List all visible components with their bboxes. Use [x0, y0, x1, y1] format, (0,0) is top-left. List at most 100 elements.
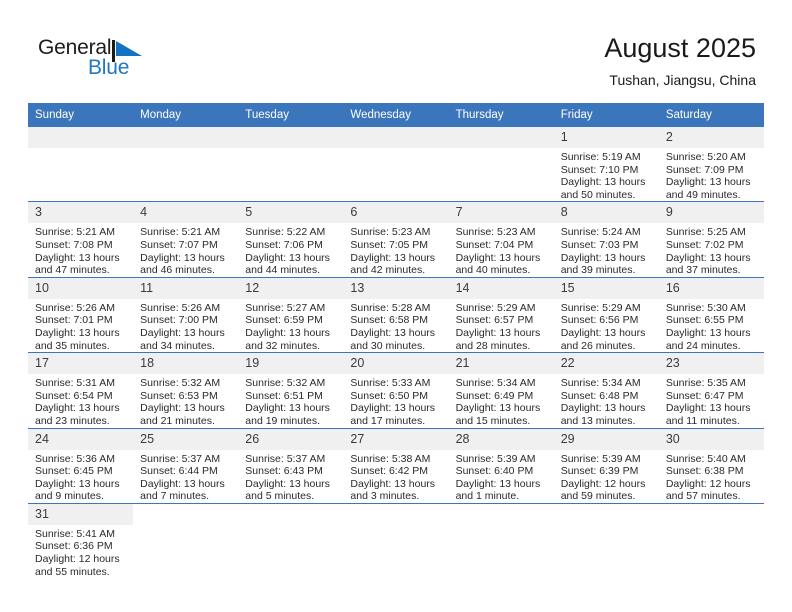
- calendar-day-cell[interactable]: 3 Sunrise: 5:21 AM Sunset: 7:08 PM Daylight…: [28, 201, 134, 278]
- day-details: Sunrise: 5:28 AM Sunset: 6:58 PM Daylight:…: [343, 299, 448, 352]
- daylight-duration-line1: Daylight: 13 hours: [455, 402, 541, 415]
- sunset-time: Sunset: 6:53 PM: [140, 389, 218, 402]
- daylight-duration-line2: and 47 minutes.: [35, 264, 110, 277]
- calendar-day-cell[interactable]: 7 Sunrise: 5:23 AM Sunset: 7:04 PM Daylight…: [448, 201, 554, 278]
- sunrise-time: Sunrise: 5:31 AM: [35, 377, 115, 390]
- sunrise-time: Sunrise: 5:29 AM: [455, 301, 536, 314]
- day-number: 22: [553, 353, 659, 375]
- calendar-day-cell[interactable]: 13 Sunrise: 5:28 AM Sunset: 6:58 PM Dayligh…: [343, 276, 449, 353]
- daylight-duration-line1: Daylight: 13 hours: [350, 326, 436, 339]
- daylight-duration-line2: and 23 minutes.: [35, 414, 110, 427]
- day-number: 3: [28, 202, 134, 224]
- sunset-time: Sunset: 6:45 PM: [35, 465, 113, 478]
- calendar-week-row: 3 Sunrise: 5:21 AM Sunset: 7:08 PM Daylight…: [28, 201, 764, 278]
- calendar-day-cell[interactable]: 18 Sunrise: 5:32 AM Sunset: 6:53 PM Dayligh…: [133, 352, 239, 428]
- calendar-day-cell[interactable]: 22 Sunrise: 5:34 AM Sunset: 6:48 PM Dayligh…: [553, 352, 659, 428]
- day-details: Sunrise: 5:40 AM Sunset: 6:38 PM Daylight:…: [659, 450, 764, 503]
- calendar-day-cell[interactable]: 25 Sunrise: 5:37 AM Sunset: 6:44 PM Dayligh…: [133, 427, 239, 504]
- day-details: Sunrise: 5:32 AM Sunset: 6:51 PM Daylight:…: [238, 374, 343, 427]
- calendar-empty-cell: [658, 502, 764, 579]
- sunrise-time: Sunrise: 5:33 AM: [350, 377, 431, 390]
- calendar-day-cell[interactable]: 14 Sunrise: 5:29 AM Sunset: 6:57 PM Dayligh…: [448, 276, 554, 353]
- day-details: [659, 525, 764, 528]
- daylight-duration-line2: and 13 minutes.: [560, 414, 636, 427]
- day-number: 12: [238, 277, 344, 299]
- sunset-time: Sunset: 7:06 PM: [245, 238, 323, 251]
- calendar-day-cell[interactable]: 29 Sunrise: 5:39 AM Sunset: 6:39 PM Dayligh…: [553, 427, 659, 504]
- sunrise-time: Sunrise: 5:32 AM: [140, 377, 221, 390]
- daylight-duration-line1: Daylight: 13 hours: [665, 176, 751, 189]
- day-details: Sunrise: 5:23 AM Sunset: 7:04 PM Daylight:…: [449, 223, 554, 276]
- sunset-time: Sunset: 6:58 PM: [350, 314, 429, 327]
- calendar-week-row: 31 Sunrise: 5:41 AM Sunset: 6:36 PM Dayligh…: [28, 502, 764, 579]
- calendar-day-cell[interactable]: 23 Sunrise: 5:35 AM Sunset: 6:47 PM Dayligh…: [658, 352, 764, 428]
- daylight-duration-line2: and 42 minutes.: [350, 264, 426, 277]
- daylight-duration-line1: Daylight: 13 hours: [560, 402, 646, 415]
- daylight-duration-line2: and 3 minutes.: [350, 490, 420, 503]
- general-blue-logo[interactable]: General Blue: [38, 36, 238, 90]
- day-number: [133, 127, 239, 148]
- day-details: Sunrise: 5:37 AM Sunset: 6:43 PM Daylight:…: [238, 450, 343, 503]
- sunrise-time: Sunrise: 5:37 AM: [140, 452, 221, 465]
- sunrise-time: Sunrise: 5:27 AM: [245, 301, 326, 314]
- calendar-day-cell[interactable]: 21 Sunrise: 5:34 AM Sunset: 6:49 PM Dayligh…: [448, 352, 554, 428]
- daylight-duration-line2: and 35 minutes.: [35, 339, 110, 352]
- daylight-duration-line2: and 55 minutes.: [35, 565, 110, 578]
- calendar-day-cell[interactable]: 28 Sunrise: 5:39 AM Sunset: 6:40 PM Dayligh…: [448, 427, 554, 504]
- calendar-day-cell[interactable]: 8 Sunrise: 5:24 AM Sunset: 7:03 PM Daylight…: [553, 201, 659, 278]
- day-details: Sunrise: 5:31 AM Sunset: 6:54 PM Daylight:…: [28, 374, 133, 427]
- daylight-duration-line1: Daylight: 13 hours: [665, 402, 751, 415]
- daylight-duration-line2: and 40 minutes.: [455, 264, 531, 277]
- day-details: Sunrise: 5:24 AM Sunset: 7:03 PM Daylight:…: [554, 223, 659, 276]
- calendar-week-row: 1 Sunrise: 5:19 AM Sunset: 7:10 PM Daylight…: [28, 127, 764, 202]
- calendar-week-row: 17 Sunrise: 5:31 AM Sunset: 6:54 PM Dayligh…: [28, 352, 764, 428]
- weekday-header-tuesday: Tuesday: [238, 103, 344, 127]
- sunrise-time: Sunrise: 5:36 AM: [35, 452, 115, 465]
- calendar-day-cell[interactable]: 1 Sunrise: 5:19 AM Sunset: 7:10 PM Daylight…: [553, 127, 659, 202]
- calendar-day-cell[interactable]: 6 Sunrise: 5:23 AM Sunset: 7:05 PM Daylight…: [343, 201, 449, 278]
- daylight-duration-line2: and 28 minutes.: [455, 339, 531, 352]
- calendar-day-cell[interactable]: 9 Sunrise: 5:25 AM Sunset: 7:02 PM Daylight…: [658, 201, 764, 278]
- day-number: 10: [28, 277, 134, 299]
- sunrise-time: Sunrise: 5:26 AM: [140, 301, 221, 314]
- calendar-day-cell[interactable]: 30 Sunrise: 5:40 AM Sunset: 6:38 PM Dayligh…: [658, 427, 764, 504]
- calendar-day-cell[interactable]: 17 Sunrise: 5:31 AM Sunset: 6:54 PM Dayligh…: [28, 352, 134, 428]
- calendar-day-cell[interactable]: 15 Sunrise: 5:29 AM Sunset: 6:56 PM Dayligh…: [553, 276, 659, 353]
- sunset-time: Sunset: 7:03 PM: [560, 238, 639, 251]
- calendar-day-cell[interactable]: 19 Sunrise: 5:32 AM Sunset: 6:51 PM Dayligh…: [238, 352, 344, 428]
- sunset-time: Sunset: 6:57 PM: [455, 314, 534, 327]
- day-details: [343, 148, 448, 151]
- calendar-day-cell[interactable]: 5 Sunrise: 5:22 AM Sunset: 7:06 PM Daylight…: [238, 201, 344, 278]
- calendar-day-cell[interactable]: 27 Sunrise: 5:38 AM Sunset: 6:42 PM Dayligh…: [343, 427, 449, 504]
- daylight-duration-line1: Daylight: 13 hours: [140, 477, 225, 490]
- calendar-day-cell[interactable]: 12 Sunrise: 5:27 AM Sunset: 6:59 PM Dayligh…: [238, 276, 344, 353]
- sunrise-time: Sunrise: 5:34 AM: [455, 377, 536, 390]
- day-number: 14: [448, 277, 554, 299]
- calendar-day-cell[interactable]: 31 Sunrise: 5:41 AM Sunset: 6:36 PM Dayligh…: [28, 502, 134, 579]
- calendar-week-row: 10 Sunrise: 5:26 AM Sunset: 7:01 PM Dayligh…: [28, 276, 764, 353]
- day-number: 27: [343, 428, 449, 450]
- calendar-day-cell[interactable]: 26 Sunrise: 5:37 AM Sunset: 6:43 PM Dayligh…: [238, 427, 344, 504]
- daylight-duration-line2: and 26 minutes.: [560, 339, 636, 352]
- calendar-empty-cell: [343, 127, 449, 202]
- calendar-day-cell[interactable]: 11 Sunrise: 5:26 AM Sunset: 7:00 PM Dayligh…: [133, 276, 239, 353]
- calendar-day-cell[interactable]: 24 Sunrise: 5:36 AM Sunset: 6:45 PM Dayligh…: [28, 427, 134, 504]
- calendar-day-cell[interactable]: 10 Sunrise: 5:26 AM Sunset: 7:01 PM Dayligh…: [28, 276, 134, 353]
- day-number: 4: [133, 202, 239, 224]
- day-number: 11: [133, 277, 239, 299]
- day-number: 29: [553, 428, 659, 450]
- sunset-time: Sunset: 7:02 PM: [665, 238, 744, 251]
- day-number: 9: [658, 202, 764, 224]
- day-details: [133, 148, 238, 151]
- day-details: [449, 148, 554, 151]
- weekday-header-monday: Monday: [133, 103, 239, 127]
- page-subtitle: Tushan, Jiangsu, China: [609, 72, 756, 88]
- sunset-time: Sunset: 6:54 PM: [35, 389, 113, 402]
- sunset-time: Sunset: 7:09 PM: [665, 163, 744, 176]
- daylight-duration-line2: and 59 minutes.: [560, 490, 636, 503]
- calendar-day-cell[interactable]: 16 Sunrise: 5:30 AM Sunset: 6:55 PM Dayligh…: [658, 276, 764, 353]
- calendar-day-cell[interactable]: 2 Sunrise: 5:20 AM Sunset: 7:09 PM Daylight…: [658, 127, 764, 202]
- calendar-day-cell[interactable]: 4 Sunrise: 5:21 AM Sunset: 7:07 PM Daylight…: [133, 201, 239, 278]
- sunset-time: Sunset: 6:49 PM: [455, 389, 534, 402]
- calendar-day-cell[interactable]: 20 Sunrise: 5:33 AM Sunset: 6:50 PM Dayligh…: [343, 352, 449, 428]
